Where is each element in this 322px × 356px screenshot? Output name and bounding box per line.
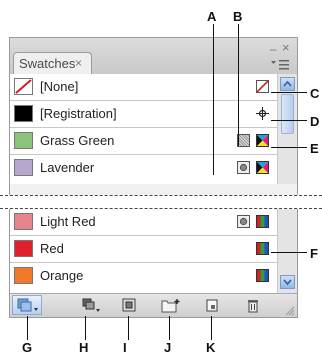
grass-green-swatch: [14, 132, 33, 149]
cut-separator: [0, 195, 322, 209]
swatch-views-button[interactable]: [81, 298, 103, 313]
tab-swatches[interactable]: Swatches ×: [13, 52, 92, 74]
registration-icon: [256, 107, 269, 120]
swatch-name: Lavender: [40, 160, 95, 175]
callout-j: J: [164, 340, 172, 355]
rgb-icon: [256, 215, 269, 228]
swatch-name: Orange: [40, 268, 84, 283]
leader-line-e: [271, 147, 307, 148]
scroll-up-icon[interactable]: [280, 77, 295, 91]
list-item[interactable]: [None]: [10, 74, 277, 101]
leader-line-k: [211, 316, 212, 340]
panel-tab-bar: Swatches × – ×: [10, 38, 297, 74]
list-item[interactable]: Grass Green: [10, 128, 277, 155]
leader-line-i: [128, 316, 129, 340]
swatch-name: Grass Green: [40, 133, 115, 148]
swatch-list-bottom: Light Red Red Orange: [10, 209, 277, 293]
new-swatch-button[interactable]: [204, 298, 220, 313]
resize-grip-icon[interactable]: [285, 306, 295, 316]
leader-line-h: [85, 316, 86, 340]
show-all-swatches-button[interactable]: [12, 295, 42, 315]
scrollbar[interactable]: [277, 74, 297, 184]
scrollbar[interactable]: [277, 209, 297, 293]
swatch-options-button[interactable]: [121, 298, 137, 313]
list-item[interactable]: Red: [10, 236, 277, 263]
close-icon[interactable]: ×: [75, 56, 82, 70]
rgb-icon: [256, 269, 269, 282]
new-color-group-button[interactable]: [161, 298, 181, 313]
none-swatch: [14, 78, 33, 95]
scroll-thumb[interactable]: [281, 94, 294, 134]
swatch-name: Light Red: [40, 214, 96, 229]
swatch-name: [None]: [40, 79, 79, 94]
callout-k: K: [206, 340, 216, 355]
new-folder-icon: [161, 299, 180, 313]
callout-h: H: [79, 340, 89, 355]
callout-c: C: [310, 86, 320, 101]
light-red-swatch: [14, 213, 33, 230]
swatch-name: Red: [40, 241, 64, 256]
tab-label: Swatches: [19, 56, 76, 71]
list-item[interactable]: Light Red: [10, 209, 277, 236]
leader-line-f: [271, 252, 307, 253]
callout-g: G: [22, 340, 33, 355]
leader-line-g: [27, 316, 28, 340]
registration-swatch: [14, 105, 33, 122]
leader-line-c: [271, 92, 307, 93]
leader-line-b: [238, 24, 239, 146]
scroll-down-icon[interactable]: [280, 275, 295, 289]
global-swatch-icon: [237, 161, 250, 174]
list-item[interactable]: [Registration]: [10, 101, 277, 128]
rgb-icon: [256, 242, 269, 255]
minimize-icon[interactable]: –: [270, 42, 277, 56]
panel-footer: [10, 293, 297, 317]
new-swatch-icon: [206, 299, 218, 312]
delete-swatch-button[interactable]: [245, 298, 261, 313]
swatches-panel: Swatches × – × [None] [Registration] Gra…: [9, 37, 298, 318]
swatch-name: [Registration]: [40, 106, 117, 121]
none-icon: [256, 80, 269, 93]
red-swatch: [14, 240, 33, 257]
swatch-list-top: [None] [Registration] Grass Green Lavend…: [10, 74, 277, 184]
trash-icon: [248, 300, 258, 313]
close-icon[interactable]: ×: [282, 40, 290, 55]
global-swatch-icon: [237, 215, 250, 228]
show-all-swatches-icon: [17, 298, 38, 312]
list-item[interactable]: Lavender: [10, 155, 277, 184]
leader-line-d: [271, 120, 307, 121]
orange-swatch: [14, 267, 33, 284]
panel-menu-icon[interactable]: [268, 58, 293, 71]
swatch-views-icon: [82, 298, 100, 312]
callout-e: E: [310, 141, 319, 156]
cmyk-icon: [256, 134, 269, 147]
swatch-options-icon: [122, 298, 136, 312]
cmyk-icon: [256, 161, 269, 174]
lavender-swatch: [14, 159, 33, 176]
callout-d: D: [310, 114, 320, 129]
list-item[interactable]: Orange: [10, 263, 277, 293]
callout-i: I: [123, 340, 127, 355]
leader-line-a: [213, 24, 214, 175]
leader-line-j: [169, 316, 170, 340]
callout-a: A: [207, 9, 217, 24]
callout-f: F: [310, 246, 318, 261]
callout-b: B: [233, 9, 243, 24]
